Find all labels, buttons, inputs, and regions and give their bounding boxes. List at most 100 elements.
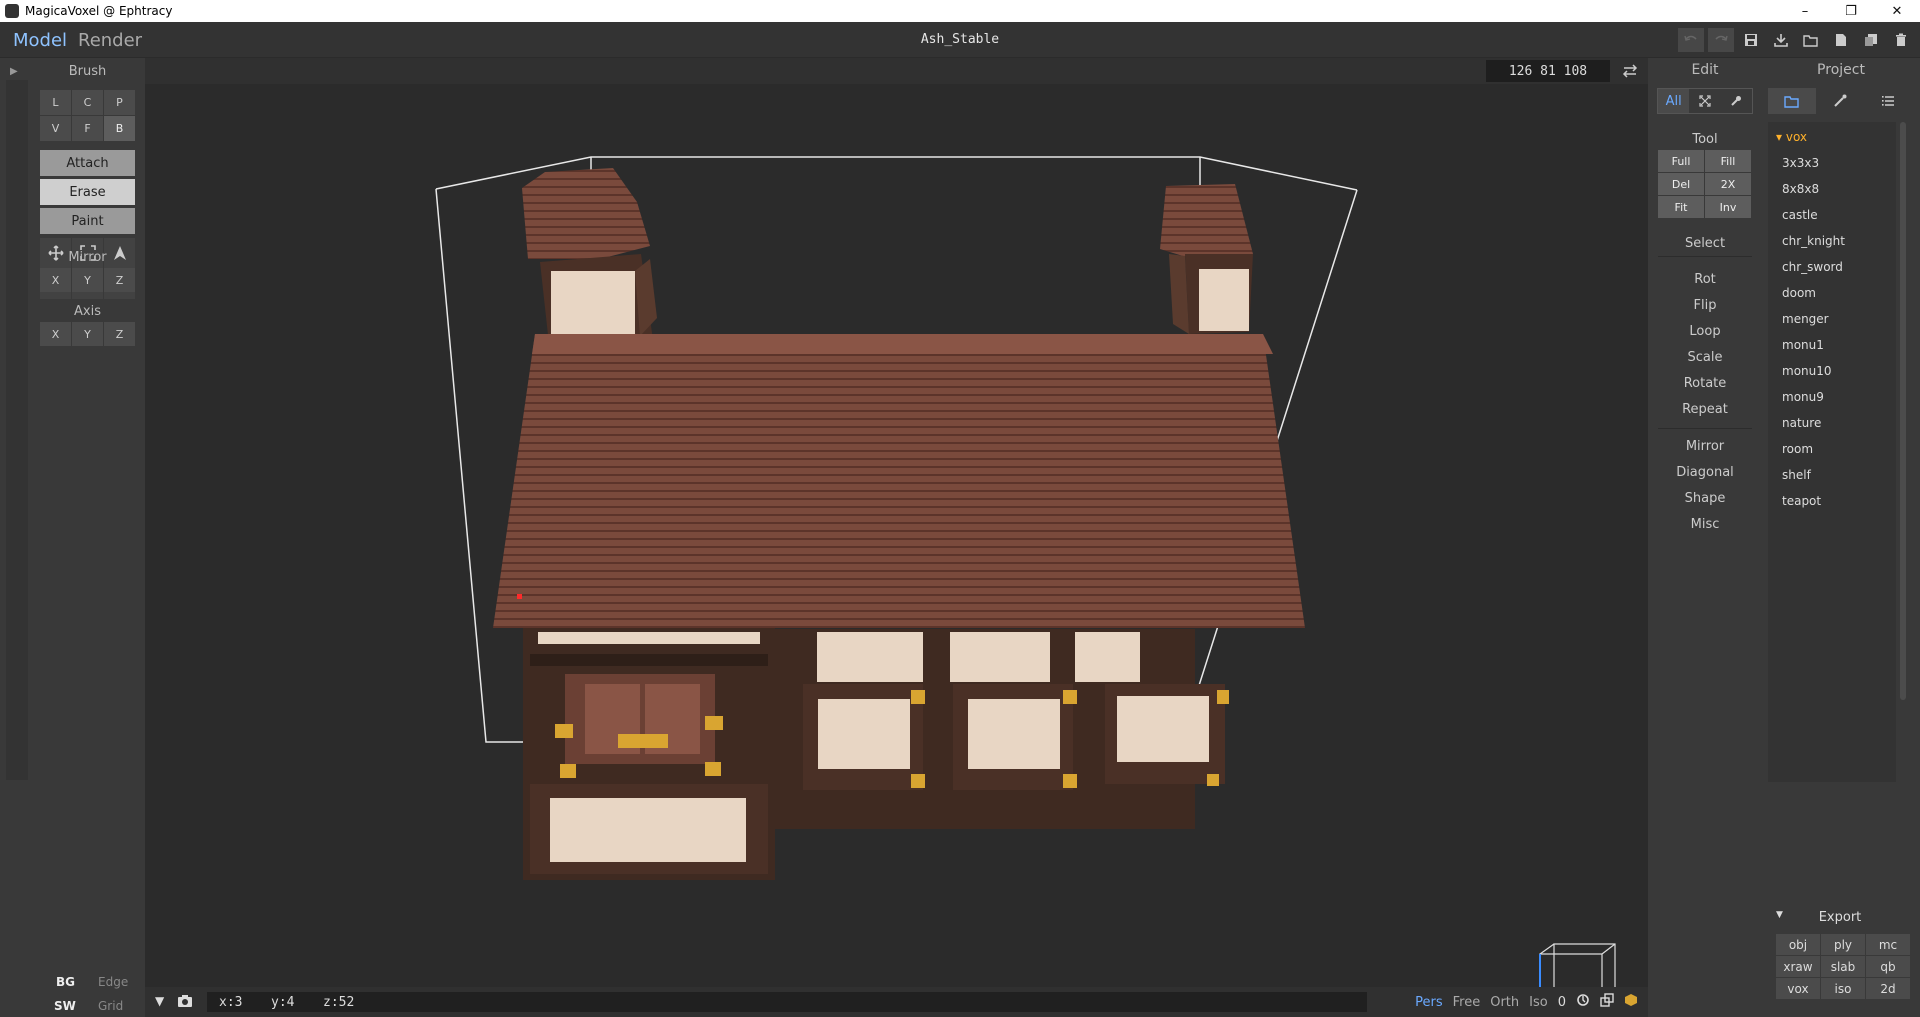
left-gutter xyxy=(6,80,28,780)
list-item[interactable]: monu10 xyxy=(1782,364,1832,378)
reset-view-icon[interactable] xyxy=(1576,993,1590,1011)
redo-icon[interactable] xyxy=(1708,28,1734,52)
cube-icon[interactable] xyxy=(1624,993,1638,1011)
tool-fit[interactable]: Fit xyxy=(1658,196,1704,218)
edge-toggle[interactable]: Edge xyxy=(98,975,128,989)
collapse-panel-icon[interactable]: ▶ xyxy=(10,66,18,77)
op-repeat[interactable]: Repeat xyxy=(1648,402,1762,417)
tool-fill[interactable]: Fill xyxy=(1705,150,1751,172)
export-2d[interactable]: 2d xyxy=(1866,978,1910,999)
cursor-marker xyxy=(517,594,522,599)
camera-icon[interactable] xyxy=(177,993,193,1012)
tool-del[interactable]: Del xyxy=(1658,173,1704,195)
list-item[interactable]: monu1 xyxy=(1782,338,1824,352)
op-rot[interactable]: Rot xyxy=(1648,272,1762,287)
edit-title: Edit xyxy=(1691,62,1719,78)
brush-tab-icon[interactable] xyxy=(1816,88,1864,114)
list-item[interactable]: chr_sword xyxy=(1782,260,1843,274)
folder-vox[interactable]: ▾ vox xyxy=(1776,130,1807,144)
export-slab[interactable]: slab xyxy=(1821,956,1865,977)
select-button[interactable]: Select xyxy=(1648,236,1762,251)
list-item[interactable]: monu9 xyxy=(1782,390,1824,404)
filter-all[interactable]: All xyxy=(1658,89,1690,113)
close-icon[interactable]: ✕ xyxy=(1874,0,1920,22)
export-collapse-icon[interactable]: ▼ xyxy=(1776,910,1783,920)
op-mirror[interactable]: Mirror xyxy=(1648,439,1762,454)
copy-icon[interactable] xyxy=(1858,28,1884,52)
new-file-icon[interactable] xyxy=(1828,28,1854,52)
op-shape[interactable]: Shape xyxy=(1648,491,1762,506)
axis-y[interactable]: Y xyxy=(72,322,103,346)
sw-toggle[interactable]: SW xyxy=(54,999,76,1013)
list-item[interactable]: chr_knight xyxy=(1782,234,1845,248)
tool-2x[interactable]: 2X xyxy=(1705,173,1751,195)
op-scale[interactable]: Scale xyxy=(1648,350,1762,365)
list-item[interactable]: 3x3x3 xyxy=(1782,156,1819,170)
brush-center[interactable]: C xyxy=(72,90,103,115)
frame-icon[interactable] xyxy=(1600,993,1614,1011)
mirror-y[interactable]: Y xyxy=(72,268,103,292)
mirror-x[interactable]: X xyxy=(40,268,71,292)
export-xraw[interactable]: xraw xyxy=(1776,956,1820,977)
list-item[interactable]: doom xyxy=(1782,286,1816,300)
orientation-cube[interactable] xyxy=(1539,943,1616,987)
paint-button[interactable]: Paint xyxy=(40,208,135,234)
save-as-icon[interactable] xyxy=(1768,28,1794,52)
brush-box[interactable]: B xyxy=(104,116,135,141)
undo-icon[interactable] xyxy=(1678,28,1704,52)
save-icon[interactable] xyxy=(1738,28,1764,52)
file-list-scrollbar[interactable] xyxy=(1900,122,1906,700)
viewport[interactable]: 126 81 108 ▼ x:3 y:4 z:52 Pers Free Orth… xyxy=(145,58,1648,1017)
list-item[interactable]: 8x8x8 xyxy=(1782,182,1819,196)
export-title[interactable]: ▼ Export xyxy=(1768,910,1912,925)
folder-icon[interactable] xyxy=(1768,88,1816,114)
export-qb[interactable]: qb xyxy=(1866,956,1910,977)
export-iso[interactable]: iso xyxy=(1821,978,1865,999)
dropdown-icon[interactable]: ▼ xyxy=(155,994,164,1008)
op-rotate[interactable]: Rotate xyxy=(1648,376,1762,391)
view-iso[interactable]: Iso xyxy=(1529,995,1548,1010)
list-item[interactable]: castle xyxy=(1782,208,1818,222)
voxel-scene[interactable] xyxy=(145,84,1648,987)
bg-toggle[interactable]: BG xyxy=(56,975,75,989)
erase-button[interactable]: Erase xyxy=(40,179,135,205)
list-item[interactable]: teapot xyxy=(1782,494,1821,508)
list-item[interactable]: room xyxy=(1782,442,1813,456)
export-ply[interactable]: ply xyxy=(1821,934,1865,955)
swap-icon[interactable] xyxy=(1622,63,1638,82)
attach-button[interactable]: Attach xyxy=(40,150,135,176)
op-flip[interactable]: Flip xyxy=(1648,298,1762,313)
list-item[interactable]: menger xyxy=(1782,312,1829,326)
mirror-z[interactable]: Z xyxy=(104,268,135,292)
view-orth[interactable]: Orth xyxy=(1490,995,1519,1010)
export-obj[interactable]: obj xyxy=(1776,934,1820,955)
model-dimensions[interactable]: 126 81 108 xyxy=(1486,60,1610,82)
open-folder-icon[interactable] xyxy=(1798,28,1824,52)
trash-icon[interactable] xyxy=(1888,28,1914,52)
op-loop[interactable]: Loop xyxy=(1648,324,1762,339)
export-vox[interactable]: vox xyxy=(1776,978,1820,999)
minimize-icon[interactable]: – xyxy=(1782,0,1828,22)
view-pers[interactable]: Pers xyxy=(1415,995,1443,1010)
list-icon[interactable] xyxy=(1864,88,1912,114)
restore-icon[interactable]: ❐ xyxy=(1828,0,1874,22)
list-item[interactable]: shelf xyxy=(1782,468,1811,482)
tool-inv[interactable]: Inv xyxy=(1705,196,1751,218)
brush-face[interactable]: F xyxy=(72,116,103,141)
view-zero[interactable]: 0 xyxy=(1558,995,1566,1010)
export-mc[interactable]: mc xyxy=(1866,934,1910,955)
list-item[interactable]: nature xyxy=(1782,416,1821,430)
tool-full[interactable]: Full xyxy=(1658,150,1704,172)
grid-toggle[interactable]: Grid xyxy=(98,999,123,1013)
brush-pattern[interactable]: P xyxy=(104,90,135,115)
op-misc[interactable]: Misc xyxy=(1648,517,1762,532)
brush-line[interactable]: L xyxy=(40,90,71,115)
brush-type-grid: L C P V F B xyxy=(40,90,135,141)
view-free[interactable]: Free xyxy=(1453,995,1481,1010)
op-diagonal[interactable]: Diagonal xyxy=(1648,465,1762,480)
wrench-icon[interactable] xyxy=(1721,89,1752,113)
axis-z[interactable]: Z xyxy=(104,322,135,346)
axis-x[interactable]: X xyxy=(40,322,71,346)
brush-voxel[interactable]: V xyxy=(40,116,71,141)
fullscreen-icon[interactable] xyxy=(1689,89,1720,113)
